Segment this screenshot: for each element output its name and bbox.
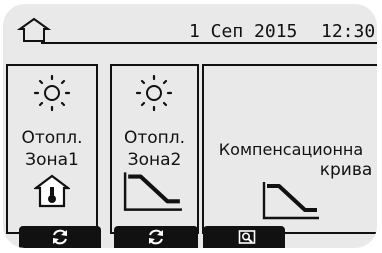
card-label-line2: Зона2 [127,150,182,170]
home-icon[interactable] [17,16,51,42]
header-divider [41,42,377,44]
function-button-3[interactable] [203,226,285,248]
sun-icon [33,74,71,112]
house-thermometer-icon [34,174,70,208]
heating-zone1-card[interactable]: Отопл. Зона1 [6,64,98,234]
heating-zone2-card[interactable]: Отопл. Зона2 [110,64,199,234]
time-display: 12:30 [321,21,376,42]
card-label-line1: Отопл. [123,128,186,148]
function-button-2[interactable] [114,226,198,248]
card-label-line1: Компенсационна [218,140,364,159]
date-display: 1 Сеп 2015 [189,21,298,42]
header: 1 Сеп 2015 12:30 [3,4,377,44]
search-icon [238,230,256,244]
compensation-curve-card[interactable]: Компенсационна крива [202,64,377,234]
card-label-line2: Зона1 [25,150,79,170]
display-screen: 1 Сеп 2015 12:30 Отопл. Зона1 Отопл. Зон… [3,4,377,248]
compensation-curve-icon [123,172,182,211]
refresh-icon [53,229,67,245]
card-label-line2: крива [319,160,373,180]
refresh-icon [149,229,163,245]
compensation-curve-icon [262,182,319,220]
function-button-1[interactable] [19,226,101,248]
card-label-line1: Отопл. [21,128,83,148]
sun-icon [135,74,173,112]
